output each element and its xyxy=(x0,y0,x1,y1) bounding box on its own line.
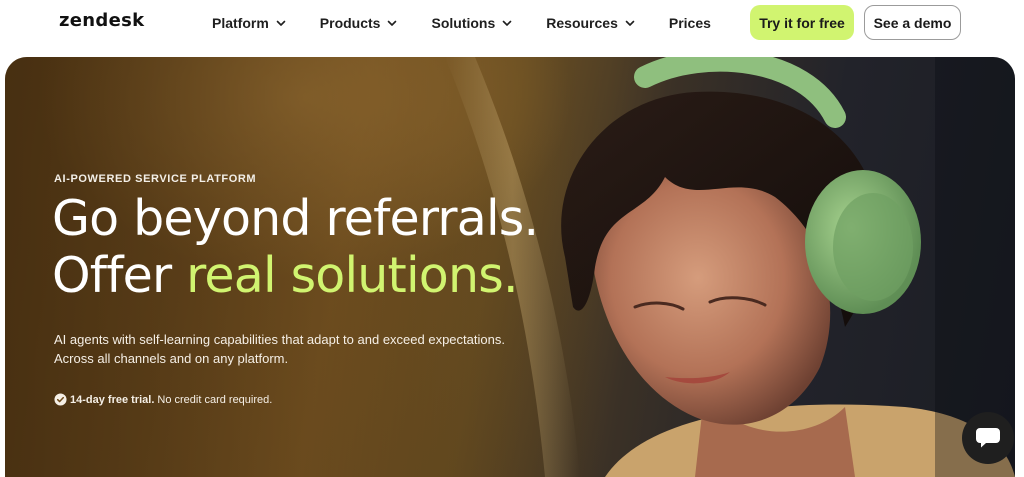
chat-launcher-button[interactable] xyxy=(962,412,1014,464)
nav-item-resources[interactable]: Resources xyxy=(546,15,636,31)
nav-item-label: Solutions xyxy=(431,15,496,31)
hero-subtext: AI agents with self-learning capabilitie… xyxy=(54,330,574,368)
trial-rest-text: No credit card required. xyxy=(157,393,273,406)
hero-eyebrow: AI-POWERED SERVICE PLATFORM xyxy=(54,173,257,185)
nav-item-solutions[interactable]: Solutions xyxy=(431,15,513,31)
main-nav: Platform Products Solutions Resources Pr… xyxy=(212,14,711,32)
chevron-down-icon xyxy=(502,20,512,26)
nav-item-products[interactable]: Products xyxy=(320,15,399,31)
free-trial-note: 14-day free trial. No credit card requir… xyxy=(54,393,272,406)
subtext-line-1: AI agents with self-learning capabilitie… xyxy=(54,332,505,347)
trial-bold-text: 14-day free trial. xyxy=(70,393,155,406)
hero-headline: Go beyond referrals. Offer real solutions… xyxy=(52,190,539,304)
nav-item-label: Prices xyxy=(668,15,711,31)
chevron-down-icon xyxy=(388,20,397,26)
nav-item-prices[interactable]: Prices xyxy=(669,15,711,31)
nav-item-label: Products xyxy=(319,15,381,31)
chevron-down-icon xyxy=(276,20,286,26)
headline-line-2-prefix: Offer xyxy=(52,247,187,304)
check-circle-icon xyxy=(54,393,67,406)
headline-line-2-accent: real solutions. xyxy=(186,247,518,304)
chevron-down-icon xyxy=(625,20,635,26)
see-a-demo-button[interactable]: See a demo xyxy=(864,5,961,40)
nav-item-platform[interactable]: Platform xyxy=(212,15,287,31)
top-navigation: zendesk Platform Products Solutions Reso… xyxy=(0,0,1024,52)
subtext-line-2: Across all channels and on any platform. xyxy=(54,351,289,366)
headline-line-1: Go beyond referrals. xyxy=(52,190,539,247)
try-it-for-free-button[interactable]: Try it for free xyxy=(750,5,854,40)
nav-item-label: Resources xyxy=(546,15,618,31)
zendesk-logo[interactable]: zendesk xyxy=(59,10,144,31)
chat-bubble-icon xyxy=(976,428,1000,448)
nav-item-label: Platform xyxy=(212,15,269,31)
